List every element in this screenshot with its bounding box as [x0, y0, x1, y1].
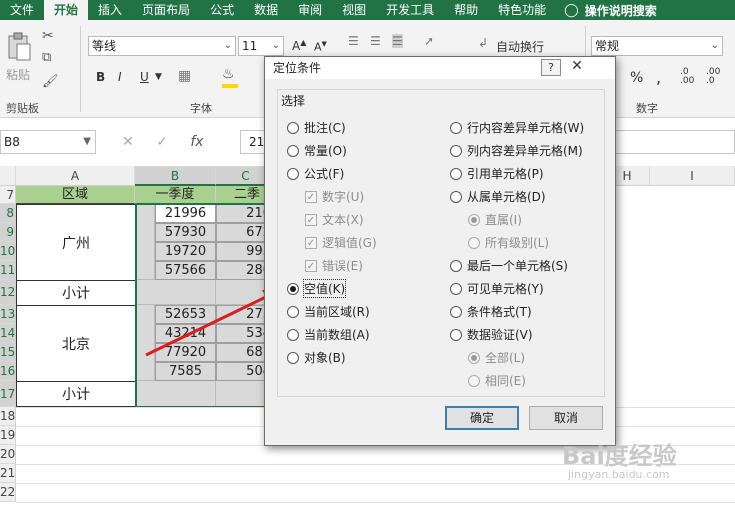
- option-label: 全部(L): [485, 351, 526, 365]
- radio-icon[interactable]: [450, 328, 462, 341]
- option-label: 所有级别(L): [485, 236, 550, 250]
- radio-icon[interactable]: [287, 167, 299, 180]
- ok-button[interactable]: 确定: [445, 406, 519, 430]
- option-formulas[interactable]: 公式(F): [287, 165, 344, 182]
- option-visible-cells[interactable]: 可见单元格(Y): [450, 280, 544, 297]
- option-objects[interactable]: 对象(B): [287, 349, 346, 366]
- radio-icon[interactable]: [468, 351, 480, 364]
- select-group-label: 选择: [279, 92, 308, 109]
- radio-icon[interactable]: [287, 282, 299, 295]
- option-row-differences[interactable]: 行内容差异单元格(W): [450, 119, 584, 136]
- option-direct-only[interactable]: 直属(I): [468, 211, 522, 228]
- option-label: 可见单元格(Y): [467, 282, 544, 296]
- option-logicals[interactable]: ✓ 逻辑值(G): [305, 234, 377, 251]
- radio-icon[interactable]: [287, 305, 299, 318]
- radio-icon[interactable]: [450, 121, 462, 134]
- option-blanks[interactable]: 空值(K): [287, 279, 347, 298]
- option-label: 空值(K): [302, 279, 347, 298]
- option-text[interactable]: ✓ 文本(X): [305, 211, 364, 228]
- option-conditional-formats[interactable]: 条件格式(T): [450, 303, 532, 320]
- go-to-special-dialog: 定位条件 ? ✕ 选择 批注(C) 常量(O) 公式(F) ✓ 数字(U) ✓ 文本…: [264, 56, 616, 446]
- option-label: 引用单元格(P): [467, 167, 544, 181]
- checkbox-icon[interactable]: ✓: [305, 213, 317, 226]
- option-label: 数字(U): [322, 190, 365, 204]
- checkbox-icon[interactable]: ✓: [305, 190, 317, 203]
- cancel-button[interactable]: 取消: [529, 406, 603, 430]
- option-label: 最后一个单元格(S): [467, 259, 568, 273]
- option-comments[interactable]: 批注(C): [287, 119, 346, 136]
- checkbox-icon[interactable]: ✓: [305, 259, 317, 272]
- option-label: 条件格式(T): [467, 305, 532, 319]
- radio-icon[interactable]: [468, 236, 480, 249]
- help-button[interactable]: ?: [541, 59, 561, 76]
- radio-icon[interactable]: [287, 328, 299, 341]
- option-label: 相同(E): [485, 374, 526, 388]
- option-validation-same[interactable]: 相同(E): [468, 372, 526, 389]
- option-label: 文本(X): [322, 213, 364, 227]
- radio-icon[interactable]: [450, 282, 462, 295]
- option-all-levels[interactable]: 所有级别(L): [468, 234, 549, 251]
- option-constants[interactable]: 常量(O): [287, 142, 347, 159]
- option-label: 批注(C): [304, 121, 346, 135]
- option-current-array[interactable]: 当前数组(A): [287, 326, 370, 343]
- option-label: 从属单元格(D): [467, 190, 546, 204]
- radio-icon[interactable]: [450, 167, 462, 180]
- radio-icon[interactable]: [450, 259, 462, 272]
- option-label: 常量(O): [304, 144, 347, 158]
- dialog-title: 定位条件: [265, 57, 615, 79]
- option-errors[interactable]: ✓ 错误(E): [305, 257, 363, 274]
- radio-icon[interactable]: [287, 351, 299, 364]
- option-label: 行内容差异单元格(W): [467, 121, 585, 135]
- radio-icon[interactable]: [287, 121, 299, 134]
- option-dependents[interactable]: 从属单元格(D): [450, 188, 546, 205]
- option-label: 错误(E): [322, 259, 363, 273]
- option-label: 逻辑值(G): [322, 236, 377, 250]
- watermark-url: jingyan.baidu.com: [568, 468, 670, 481]
- radio-icon[interactable]: [287, 144, 299, 157]
- option-last-cell[interactable]: 最后一个单元格(S): [450, 257, 568, 274]
- radio-icon[interactable]: [450, 305, 462, 318]
- option-precedents[interactable]: 引用单元格(P): [450, 165, 544, 182]
- option-current-region[interactable]: 当前区域(R): [287, 303, 370, 320]
- radio-icon[interactable]: [450, 190, 462, 203]
- radio-icon[interactable]: [450, 144, 462, 157]
- radio-icon[interactable]: [468, 213, 480, 226]
- option-label: 当前数组(A): [304, 328, 370, 342]
- option-label: 直属(I): [485, 213, 522, 227]
- option-label: 对象(B): [304, 351, 346, 365]
- radio-icon[interactable]: [468, 374, 480, 387]
- option-label: 公式(F): [304, 167, 345, 181]
- close-icon[interactable]: ✕: [567, 59, 587, 76]
- checkbox-icon[interactable]: ✓: [305, 236, 317, 249]
- option-numbers[interactable]: ✓ 数字(U): [305, 188, 364, 205]
- option-validation-all[interactable]: 全部(L): [468, 349, 525, 366]
- option-label: 数据验证(V): [467, 328, 533, 342]
- watermark-logo: Bai度经验: [562, 442, 677, 470]
- option-data-validation[interactable]: 数据验证(V): [450, 326, 533, 343]
- option-column-differences[interactable]: 列内容差异单元格(M): [450, 142, 583, 159]
- option-label: 列内容差异单元格(M): [467, 144, 583, 158]
- option-label: 当前区域(R): [304, 305, 370, 319]
